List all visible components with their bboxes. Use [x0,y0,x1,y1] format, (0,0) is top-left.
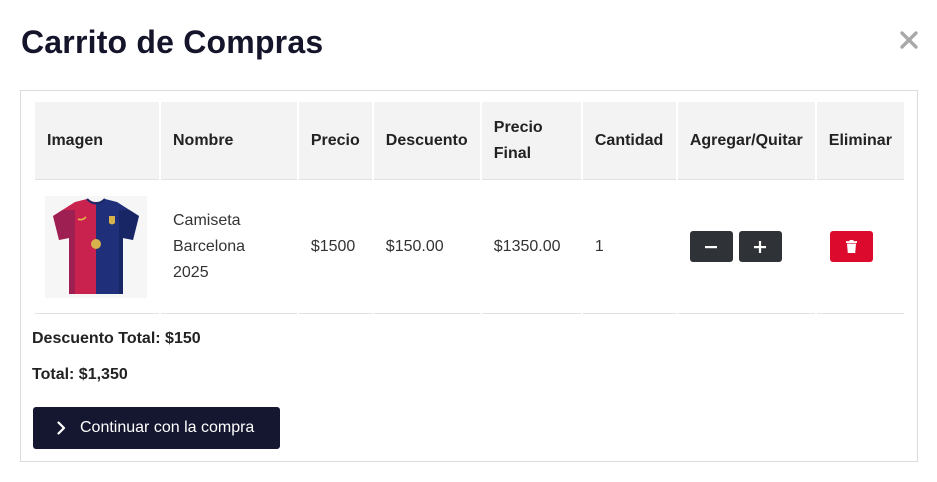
order-total: Total: $1,350 [32,366,128,383]
cart-container: Imagen Nombre Precio Descuento Precio Fi… [20,90,918,462]
decrement-button[interactable] [689,231,733,262]
header-price: Precio [298,102,372,180]
continue-purchase-button[interactable]: Continuar con la compra [33,407,280,449]
increment-button[interactable] [738,231,782,262]
close-icon [900,31,918,49]
table-header-row: Imagen Nombre Precio Descuento Precio Fi… [35,102,904,180]
table-row: Camiseta Barcelona 2025 $1500 $150.00 $1… [35,180,904,314]
product-name: Camiseta Barcelona 2025 [161,180,297,314]
delete-button[interactable] [829,231,873,262]
cart-table: Imagen Nombre Precio Descuento Precio Fi… [33,102,906,314]
trash-icon [845,240,857,253]
product-discount: $150.00 [373,180,480,314]
header-name: Nombre [161,102,297,180]
product-image-cell [35,180,159,314]
continue-purchase-label: Continuar con la compra [80,419,255,436]
product-price: $1500 [298,180,372,314]
chevron-right-icon [57,421,66,435]
modal-title: Carrito de Compras [21,24,324,60]
header-quantity: Cantidad [582,102,676,180]
header-discount: Descuento [373,102,480,180]
product-final-price: $1350.00 [481,180,581,314]
minus-icon [705,245,718,248]
product-quantity: 1 [582,180,676,314]
close-button[interactable] [896,26,922,54]
add-remove-cell [677,180,815,314]
barcelona-jersey-image [45,195,147,298]
plus-icon [754,240,767,253]
header-final-price: Precio Final [481,102,581,180]
delete-cell [816,180,904,314]
header-add-remove: Agregar/Quitar [677,102,815,180]
discount-total: Descuento Total: $150 [32,330,201,347]
header-delete: Eliminar [816,102,904,180]
header-image: Imagen [35,102,159,180]
